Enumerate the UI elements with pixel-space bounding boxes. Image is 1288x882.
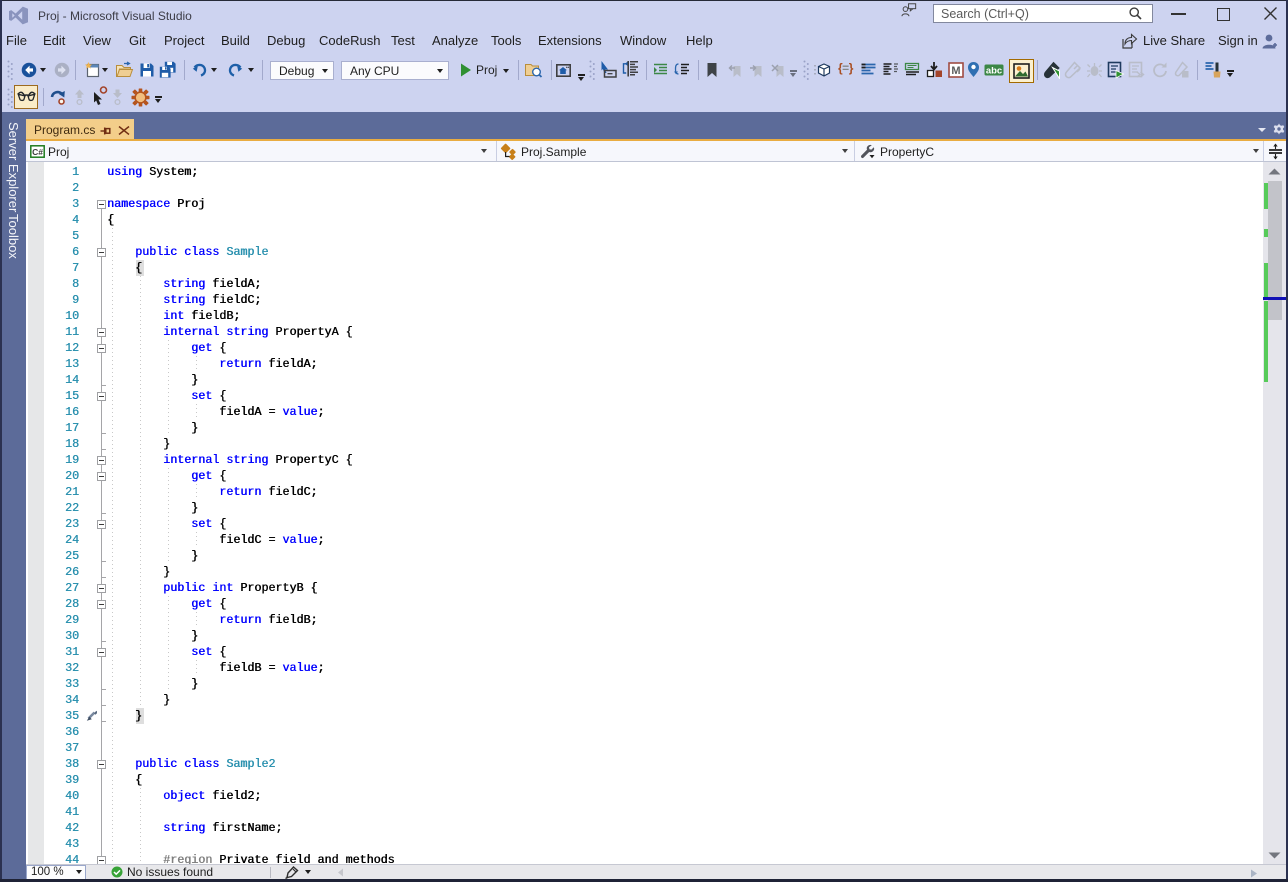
svg-text:abc: abc [986,66,1002,77]
svg-text:C#: C# [32,147,43,157]
svg-text:M: M [951,65,960,77]
